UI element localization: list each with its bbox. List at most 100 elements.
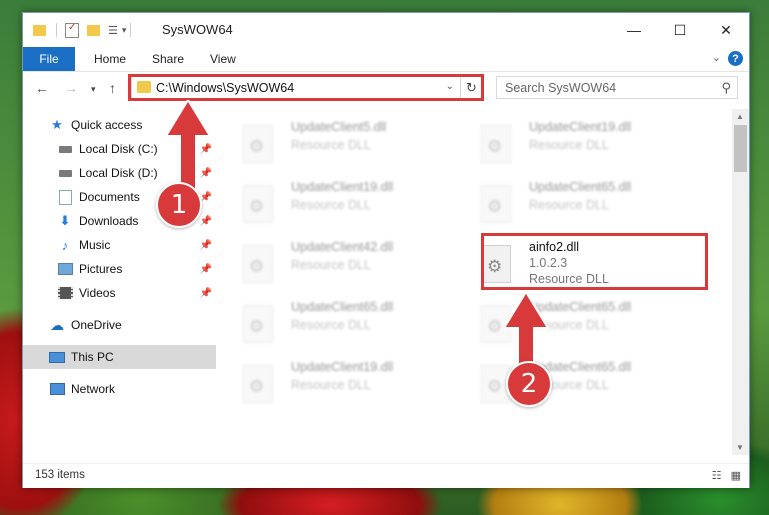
file-item[interactable]: ⚙ UpdateClient65.dll Resource DLL <box>455 177 685 231</box>
dll-file-icon: ⚙ <box>481 185 511 223</box>
sidebar-item-network[interactable]: Network <box>23 377 216 401</box>
file-name: UpdateClient65.dll <box>291 300 394 314</box>
file-name: UpdateClient19.dll <box>291 360 394 374</box>
dll-file-icon: ⚙ <box>243 185 273 223</box>
file-description: Resource DLL <box>529 198 609 212</box>
separator <box>56 23 57 37</box>
tab-home[interactable]: Home <box>94 47 126 71</box>
file-name: UpdateClient19.dll <box>291 180 394 194</box>
navigation-bar: ← → ▾ ↑ C:\Windows\SysWOW64 ⌄ ↻ Search S… <box>23 72 749 106</box>
up-arrow-icon[interactable]: ↑ <box>109 80 116 96</box>
sidebar-item-label: Quick access <box>71 118 143 132</box>
sidebar-item-label: Local Disk (D:) <box>79 166 158 180</box>
new-folder-icon[interactable] <box>87 24 100 36</box>
file-highlight-annotation <box>481 233 708 290</box>
expand-ribbon-icon[interactable]: ⌄ <box>712 51 721 64</box>
cloud-icon: ☁ <box>50 316 64 333</box>
separator <box>130 23 132 37</box>
scrollbar-thumb[interactable] <box>734 125 747 172</box>
recent-locations-chevron-icon[interactable]: ▾ <box>91 84 96 95</box>
sidebar-item-label: Documents <box>79 190 140 204</box>
sidebar-item-label: Pictures <box>79 262 123 276</box>
pin-icon[interactable]: 📌 <box>200 240 212 251</box>
sidebar-item-pictures[interactable]: Pictures 📌 <box>23 257 216 281</box>
file-explorer-window: ✓ ☰ ▾ SysWOW64 — ☐ ✕ File Home Share Vie… <box>22 12 750 488</box>
pin-icon[interactable]: 📌 <box>200 288 212 299</box>
sidebar-item-onedrive[interactable]: ☁ OneDrive <box>23 313 216 337</box>
customize-icon[interactable]: ☰ <box>108 24 118 37</box>
file-item[interactable]: ⚙ UpdateClient65.dll Resource DLL <box>455 357 685 411</box>
file-name: UpdateClient5.dll <box>291 120 387 134</box>
sidebar-item-videos[interactable]: Videos 📌 <box>23 281 216 305</box>
search-input[interactable]: Search SysWOW64 <box>505 81 616 95</box>
file-name: UpdateClient19.dll <box>529 120 632 134</box>
pictures-icon <box>57 262 73 276</box>
file-item[interactable]: ⚙ UpdateClient19.dll Resource DLL <box>217 177 447 231</box>
file-description: Resource DLL <box>291 258 371 272</box>
dll-file-icon: ⚙ <box>243 305 273 343</box>
dll-file-icon: ⚙ <box>243 125 273 163</box>
maximize-button[interactable]: ☐ <box>657 13 703 47</box>
download-icon: ⬇ <box>59 213 71 228</box>
search-box[interactable]: Search SysWOW64 ⚲ <box>496 76 738 99</box>
sidebar-item-label: Videos <box>79 286 116 300</box>
file-name: UpdateClient65.dll <box>529 180 632 194</box>
item-count: 153 items <box>35 469 85 481</box>
forward-arrow-icon[interactable]: → <box>64 80 78 96</box>
view-mode-buttons: ☷ ▦ <box>712 469 741 482</box>
sidebar-item-label: OneDrive <box>71 318 122 332</box>
annotation-step-2: 2 <box>506 361 552 407</box>
sidebar-item-label: This PC <box>71 350 114 364</box>
search-icon: ⚲ <box>721 80 731 95</box>
sidebar-item-music[interactable]: ♪ Music 📌 <box>23 233 216 257</box>
folder-icon[interactable] <box>33 24 46 36</box>
details-view-icon[interactable]: ☷ <box>712 470 722 482</box>
help-icon[interactable]: ? <box>728 51 743 66</box>
minimize-button[interactable]: — <box>611 13 657 47</box>
file-item[interactable]: ⚙ UpdateClient65.dll Resource DLL <box>217 297 447 351</box>
sidebar-item-label: Music <box>79 238 111 252</box>
title-bar: ✓ ☰ ▾ SysWOW64 — ☐ ✕ <box>23 13 749 47</box>
file-item[interactable]: ⚙ UpdateClient42.dll Resource DLL <box>217 237 447 291</box>
annotation-step-1: 1 <box>156 182 202 228</box>
file-description: Resource DLL <box>291 138 371 152</box>
tab-file[interactable]: File <box>23 47 75 71</box>
ribbon-tabs: File Home Share View ⌄ ? <box>23 47 749 72</box>
file-description: Resource DLL <box>529 138 609 152</box>
sidebar-item-label: Local Disk (C:) <box>79 142 158 156</box>
file-item[interactable]: ⚙ UpdateClient19.dll Resource DLL <box>455 117 685 171</box>
sidebar-item-label: Network <box>71 382 116 396</box>
dll-file-icon: ⚙ <box>481 125 511 163</box>
large-icons-view-icon[interactable]: ▦ <box>731 470 741 482</box>
documents-icon <box>57 189 73 205</box>
file-description: Resource DLL <box>291 318 371 332</box>
tab-share[interactable]: Share <box>152 47 184 71</box>
sidebar-item-label: Downloads <box>79 214 139 228</box>
properties-icon[interactable]: ✓ <box>65 22 79 38</box>
scroll-down-icon[interactable]: ▼ <box>736 443 744 452</box>
videos-icon <box>57 286 73 300</box>
tab-view[interactable]: View <box>210 47 236 71</box>
quick-access-toolbar: ✓ ☰ ▾ <box>33 22 132 38</box>
dll-file-icon: ⚙ <box>243 245 273 283</box>
status-bar: 153 items ☷ ▦ <box>23 463 749 488</box>
file-item[interactable]: ⚙ UpdateClient19.dll Resource DLL <box>217 357 447 411</box>
computer-icon <box>49 350 65 364</box>
close-button[interactable]: ✕ <box>703 13 749 47</box>
vertical-scrollbar[interactable]: ▲ ▼ <box>732 109 749 455</box>
file-description: Resource DLL <box>291 378 371 392</box>
chevron-down-icon[interactable]: ▾ <box>122 25 127 36</box>
file-list: ⚙ UpdateClient5.dll Resource DLL ⚙ Updat… <box>217 109 731 455</box>
network-icon <box>49 382 65 396</box>
back-arrow-icon[interactable]: ← <box>35 80 49 96</box>
pin-icon[interactable]: 📌 <box>200 264 212 275</box>
file-description: Resource DLL <box>291 198 371 212</box>
scroll-up-icon[interactable]: ▲ <box>736 112 744 121</box>
file-item[interactable]: ⚙ UpdateClient65.dll Resource DLL <box>455 297 685 351</box>
drive-icon <box>57 142 73 156</box>
file-item[interactable]: ⚙ UpdateClient5.dll Resource DLL <box>217 117 447 171</box>
file-name: UpdateClient42.dll <box>291 240 394 254</box>
drive-icon <box>57 166 73 180</box>
dll-file-icon: ⚙ <box>243 365 273 403</box>
sidebar-item-this-pc[interactable]: This PC <box>23 345 216 369</box>
